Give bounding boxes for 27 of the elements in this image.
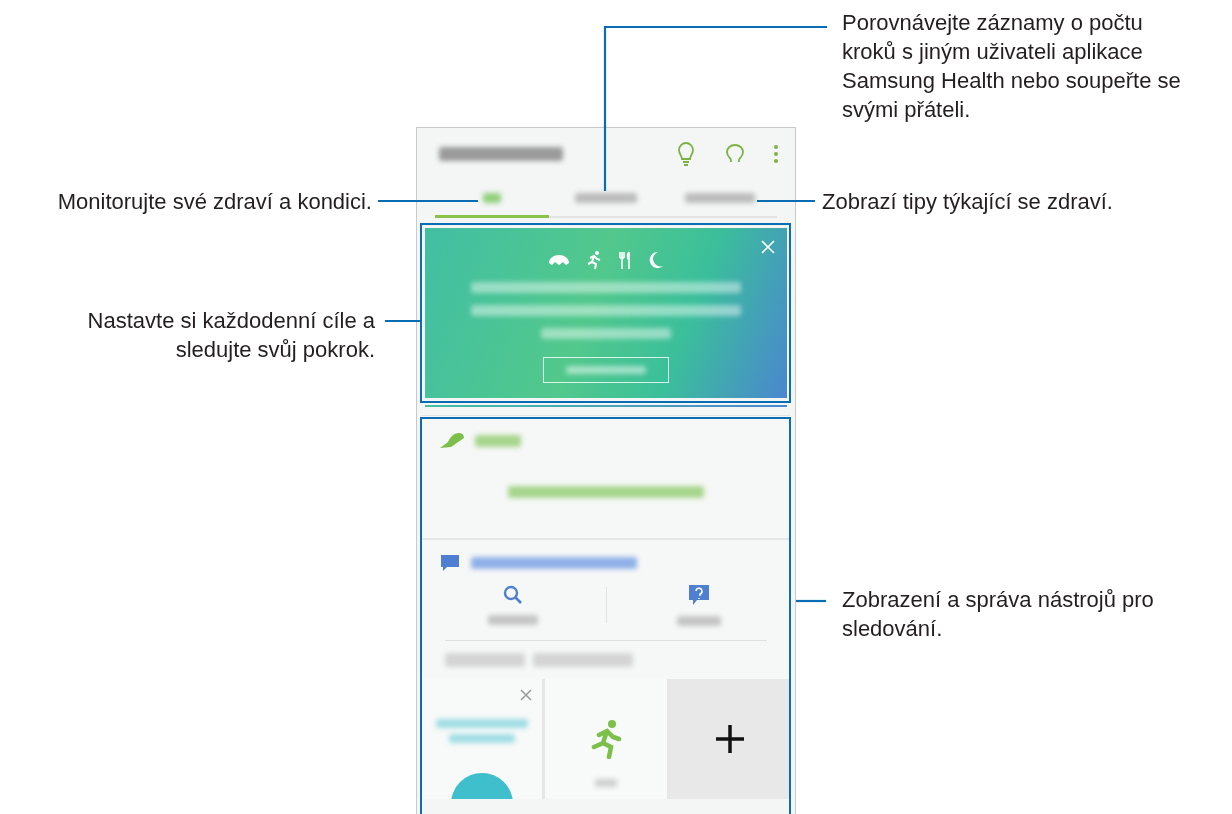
blurred-text [488, 615, 539, 625]
search-icon[interactable] [503, 585, 524, 605]
fork-knife-icon [618, 251, 632, 269]
leader-line [796, 599, 826, 603]
callout-text: Zobrazení a správa nástrojů pro sledování. [842, 586, 1155, 643]
blurred-text [685, 192, 755, 203]
blurred-text [475, 435, 521, 447]
moon-icon [648, 251, 664, 269]
plus-icon[interactable] [715, 724, 746, 754]
blurred-text [575, 192, 637, 203]
blurred-text [595, 779, 617, 787]
callout-text: Monitorujte své zdraví a kondici. [57, 188, 372, 216]
leader-line [385, 319, 420, 323]
blurred-text [483, 192, 501, 203]
callout-text: Zobrazí tipy týkající se zdraví. [822, 188, 1113, 216]
close-icon[interactable] [520, 689, 533, 701]
runner-icon [590, 719, 622, 759]
person-icon[interactable] [725, 144, 745, 164]
callout-text: Nastavte si každodenní cíle a sledujte svůj pokrok. [86, 307, 375, 364]
callout-text: Porovnávejte záznamy o počtu kroků s jiným uživateli aplikace Samsung Health nebo soupeřte se svými přáteli. [842, 9, 1182, 124]
more-options-icon[interactable] [773, 144, 779, 164]
leader-line [757, 199, 815, 203]
outlined-button[interactable] [543, 357, 669, 383]
lightbulb-icon[interactable] [677, 142, 695, 166]
blurred-text [676, 616, 721, 626]
runner-icon [586, 250, 602, 270]
blurred-text [448, 734, 515, 743]
